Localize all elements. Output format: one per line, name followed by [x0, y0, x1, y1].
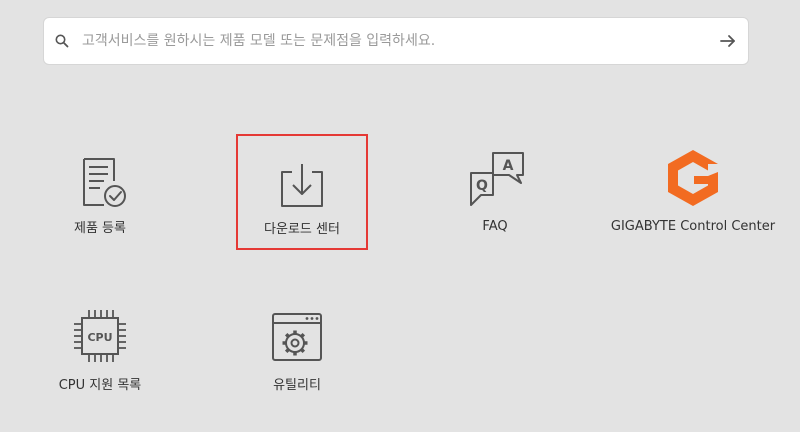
- tile-label: GIGABYTE Control Center: [610, 219, 776, 234]
- tile-label: CPU 지원 목록: [58, 378, 142, 393]
- tile-icon-wrap: [628, 139, 758, 209]
- search-icon: [55, 34, 69, 48]
- gigabyte-control-center-logo: [668, 150, 718, 206]
- tile-icon-wrap: [232, 296, 362, 366]
- tile-download-center[interactable]: 다운로드 센터: [236, 134, 368, 250]
- tile-icon-wrap: A Q: [430, 141, 560, 211]
- tile-product-registration[interactable]: 제품 등록: [35, 137, 165, 252]
- tile-icon-wrap: [35, 143, 165, 213]
- cpu-chip-icon: CPU: [74, 310, 126, 362]
- search-input[interactable]: [82, 18, 722, 64]
- tile-faq[interactable]: A Q FAQ: [430, 137, 560, 252]
- arrow-right-icon[interactable]: [718, 31, 738, 51]
- faq-letter-a: A: [503, 158, 514, 174]
- tile-icon-wrap: CPU: [35, 296, 165, 366]
- tile-cpu-support-list[interactable]: CPU CPU 지원 목록: [35, 292, 165, 407]
- tile-label: FAQ: [482, 219, 508, 234]
- qa-chat-icon: A Q: [470, 152, 524, 206]
- tile-gigabyte-control-center[interactable]: GIGABYTE Control Center: [611, 137, 775, 252]
- tile-icon-wrap: [238, 144, 366, 214]
- faq-letter-q: Q: [476, 178, 488, 194]
- document-check-icon: [83, 158, 126, 207]
- utility-window-gear-icon: [272, 313, 322, 361]
- search-bar: [43, 17, 749, 65]
- download-icon: [281, 164, 323, 207]
- tile-label: 제품 등록: [74, 221, 126, 236]
- tile-label: 유틸리티: [273, 378, 321, 393]
- tile-utility[interactable]: 유틸리티: [232, 292, 362, 407]
- cpu-chip-text: CPU: [87, 331, 112, 344]
- tile-label: 다운로드 센터: [264, 222, 340, 237]
